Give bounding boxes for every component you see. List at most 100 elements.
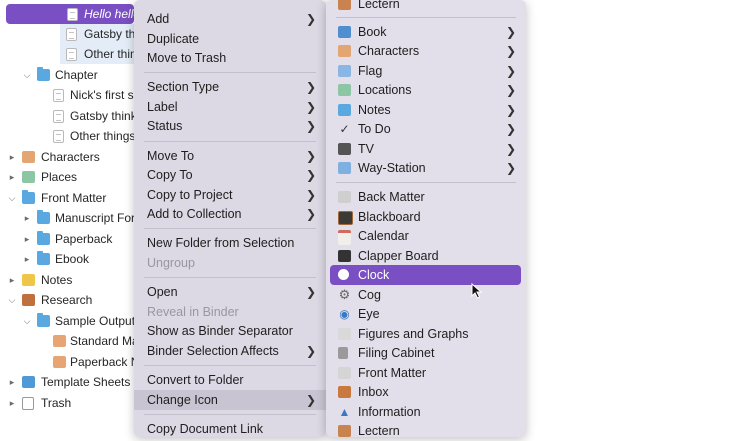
binder-row-template-sheets[interactable]: ▸ Template Sheets <box>0 372 134 392</box>
menu-item-status[interactable]: Status ❯ <box>134 116 326 136</box>
icon-item-blackboard[interactable]: Blackboard <box>326 207 526 227</box>
binder-row-places[interactable]: ▸ Places <box>0 167 134 187</box>
disclosure-closed-icon[interactable]: ▸ <box>7 393 17 413</box>
menu-item-section-type[interactable]: Section Type ❯ <box>134 77 326 97</box>
binder-row-notes[interactable]: ▸ Notes <box>0 270 134 290</box>
icon-item-flag[interactable]: Flag ❯ <box>326 61 526 81</box>
menu-separator <box>144 365 316 366</box>
disclosure-closed-icon[interactable]: ▸ <box>22 249 32 269</box>
icon-item-clapper-board[interactable]: Clapper Board <box>326 246 526 266</box>
binder-row[interactable]: ▸ Paperback <box>0 229 134 249</box>
binder-row-label: Hello hello <box>84 7 141 21</box>
binder-row[interactable]: Nick's first sc <box>0 85 140 105</box>
icon-item-book[interactable]: Book ❯ <box>326 22 526 42</box>
disclosure-closed-icon[interactable]: ▸ <box>22 208 32 228</box>
binder-row-label: Other things <box>70 129 136 143</box>
binder-row-chapter[interactable]: ⌵ Chapter <box>0 65 134 85</box>
binder-row-label: Template Sheets <box>41 375 131 389</box>
disclosure-closed-icon[interactable]: ▸ <box>7 147 17 167</box>
document-icon <box>53 130 64 143</box>
binder-row[interactable]: Paperback N <box>0 352 139 372</box>
binder-row-trash[interactable]: ▸ Trash <box>0 393 134 413</box>
binder-row[interactable]: Standard Ma <box>0 331 139 351</box>
menu-item-move-to-trash[interactable]: Move to Trash <box>134 48 326 68</box>
binder-row-label: Paperback <box>55 232 113 246</box>
icon-item-figures-and-graphs[interactable]: Figures and Graphs <box>326 324 526 344</box>
disclosure-open-icon[interactable]: ⌵ <box>22 65 32 85</box>
binder-row-label: Other thin <box>84 47 137 61</box>
icon-item-lectern-bottom[interactable]: Lectern <box>326 421 526 441</box>
icon-item-characters[interactable]: Characters ❯ <box>326 41 526 61</box>
menu-item-reveal-in-binder: Reveal in Binder <box>147 305 239 319</box>
icon-item-lectern[interactable]: Lectern <box>326 0 526 14</box>
disclosure-open-icon[interactable]: ⌵ <box>7 188 17 208</box>
binder-row[interactable]: ⌵ Sample Output <box>0 311 135 331</box>
icon-item-clock[interactable]: Clock <box>330 265 521 285</box>
menu-item-copy-to-project[interactable]: Copy to Project ❯ <box>134 185 326 205</box>
checkmark-icon: ✓ <box>339 122 350 136</box>
menu-item-move-to[interactable]: Move To ❯ <box>134 146 326 166</box>
icon-item-way-station[interactable]: Way-Station ❯ <box>326 158 526 178</box>
menu-item-copy-document-link[interactable]: Copy Document Link <box>134 419 326 439</box>
icon-item-tv[interactable]: TV ❯ <box>326 139 526 159</box>
folder-icon <box>22 190 35 204</box>
icon-item-calendar[interactable]: Calendar <box>326 226 526 246</box>
menu-item-label[interactable]: Label ❯ <box>134 97 326 117</box>
binder-row[interactable]: Gatsby thi <box>60 24 138 44</box>
chevron-right-icon: ❯ <box>305 188 316 202</box>
binder-row-selected[interactable]: Hello hello <box>6 4 140 24</box>
document-icon <box>53 335 66 347</box>
menu-item-add[interactable]: Add ❯ <box>134 9 326 29</box>
menu-item-change-icon[interactable]: Change Icon ❯ <box>134 390 326 410</box>
chevron-right-icon: ❯ <box>505 161 516 175</box>
icon-item-notes[interactable]: Notes ❯ <box>326 100 526 120</box>
menu-item-convert-to-folder[interactable]: Convert to Folder <box>134 370 326 390</box>
chevron-right-icon: ❯ <box>505 64 516 78</box>
icon-item-cog[interactable]: ⚙ Cog <box>326 285 526 305</box>
binder-row-label: Research <box>41 293 93 307</box>
binder-row-characters[interactable]: ▸ Characters <box>0 147 134 167</box>
menu-item-ungroup: Ungroup <box>147 256 195 270</box>
binder-row[interactable]: Other thin <box>60 44 137 64</box>
binder-row-research[interactable]: ⌵ Research <box>0 290 134 310</box>
filing-cabinet-icon <box>338 347 348 359</box>
menu-item-new-folder-from-selection[interactable]: New Folder from Selection <box>134 233 326 253</box>
icon-item-inbox[interactable]: Inbox <box>326 382 526 402</box>
disclosure-closed-icon[interactable]: ▸ <box>7 270 17 290</box>
binder-row-label: Notes <box>41 273 73 287</box>
chevron-right-icon: ❯ <box>305 168 316 182</box>
binder-row-label: Nick's first sc <box>70 88 140 102</box>
icon-item-front-matter[interactable]: Front Matter <box>326 363 526 383</box>
disclosure-closed-icon[interactable]: ▸ <box>7 372 17 392</box>
icon-item-information[interactable]: ▲ Information <box>326 402 526 422</box>
disclosure-closed-icon[interactable]: ▸ <box>22 229 32 249</box>
icon-item-to-do[interactable]: ✓ To Do ❯ <box>326 119 526 139</box>
binder-row-front-matter[interactable]: ⌵ Front Matter <box>0 188 134 208</box>
binder-row[interactable]: ▸ Ebook <box>0 249 134 269</box>
menu-item-show-as-binder-separator[interactable]: Show as Binder Separator <box>134 321 326 341</box>
icon-item-eye[interactable]: ◉ Eye <box>326 304 526 324</box>
chevron-right-icon: ❯ <box>505 25 516 39</box>
document-icon <box>53 356 66 368</box>
disclosure-closed-icon[interactable]: ▸ <box>7 167 17 187</box>
icon-item-back-matter[interactable]: Back Matter <box>326 187 526 207</box>
notes-icon <box>22 274 35 286</box>
icon-item-filing-cabinet[interactable]: Filing Cabinet <box>326 343 526 363</box>
binder-row[interactable]: Gatsby thinks <box>0 106 143 126</box>
binder-row[interactable]: ▸ Manuscript Form <box>0 208 145 228</box>
binder-row[interactable]: Other things <box>0 126 136 146</box>
lectern-icon <box>338 0 351 10</box>
chevron-right-icon: ❯ <box>505 122 516 136</box>
menu-item-binder-selection-affects[interactable]: Binder Selection Affects ❯ <box>134 341 326 361</box>
lectern-icon <box>338 425 351 437</box>
menu-item-duplicate[interactable]: Duplicate <box>134 29 326 49</box>
binder-row-label: Trash <box>41 396 72 410</box>
menu-item-add-to-collection[interactable]: Add to Collection ❯ <box>134 204 326 224</box>
menu-item-copy-to[interactable]: Copy To ❯ <box>134 165 326 185</box>
disclosure-open-icon[interactable]: ⌵ <box>22 311 32 331</box>
menu-item-open[interactable]: Open ❯ <box>134 282 326 302</box>
icon-item-locations[interactable]: Locations ❯ <box>326 80 526 100</box>
template-icon <box>22 376 35 388</box>
disclosure-open-icon[interactable]: ⌵ <box>7 290 17 310</box>
folder-icon <box>37 67 50 81</box>
